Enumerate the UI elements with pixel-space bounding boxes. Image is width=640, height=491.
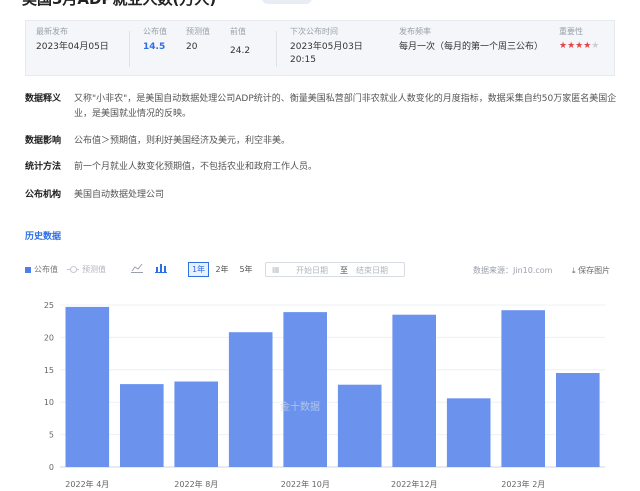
watermark: 金十数据 [280, 402, 320, 413]
bar[interactable] [174, 381, 218, 468]
end-date-input[interactable]: 结束日期 [356, 265, 388, 276]
calendar-icon: ▦ [272, 265, 280, 274]
save-image-label: 保存图片 [578, 266, 611, 275]
bar[interactable] [556, 373, 600, 467]
detail-value: 前一个月就业人数变化预期值，不包括农业和政府工作人员。 [74, 162, 318, 172]
previous-label: 前值 [230, 27, 246, 36]
bar[interactable] [228, 332, 273, 467]
bar[interactable] [392, 314, 436, 467]
next-release-label: 下次公布时间 [290, 27, 338, 36]
y-tick-label: 25 [44, 301, 54, 310]
detail-value: 又称"小非农"，是美国自动数据处理公司ADP统计的、衡量美国私营部门非农就业人数… [74, 94, 617, 119]
bar[interactable] [337, 384, 382, 467]
legend-forecast-label: 预测值 [82, 265, 106, 274]
legend-actual[interactable]: 公布值 [25, 264, 58, 275]
data-source: 数据来源：Jin10.com [473, 266, 553, 275]
actual: 公布值 14.5 [143, 27, 169, 54]
info-card: 最新发布 2023年04月05日 公布值 14.5 预测值 20 前值 24.2… [25, 20, 615, 76]
bar-chart: 0 5 10 15 20 25 2022年 4月 2022年 8月 2022年 10月 2022年… [44, 301, 605, 489]
bar[interactable] [283, 312, 327, 467]
legend-line-icon [67, 266, 79, 273]
bar-chart-icon[interactable] [155, 263, 167, 276]
bar[interactable] [65, 306, 110, 467]
range-1y-button[interactable]: 1年 [188, 262, 209, 277]
next-release: 下次公布时间 2023年05月03日 20:15 [290, 27, 390, 67]
detail-key: 数据释义 [25, 94, 62, 104]
detail-key: 统计方法 [25, 162, 62, 172]
y-tick-label: 0 [49, 463, 54, 472]
range-2y-button[interactable]: 2年 [212, 262, 232, 277]
page-title: 美国3月ADP就业人数(万人) [22, 0, 216, 8]
star-on-icon: ★★★★ [559, 41, 592, 51]
previous: 前值 24.2 [230, 27, 270, 58]
x-tick-label: 2023年 2月 [501, 479, 545, 489]
actual-value: 14.5 [143, 42, 166, 52]
legend-actual-label: 公布值 [34, 265, 58, 274]
divider [276, 31, 277, 67]
legend-square-icon [25, 266, 31, 273]
divider [129, 31, 130, 67]
y-tick-label: 20 [44, 333, 54, 342]
last-release-value: 2023年04月05日 [36, 42, 109, 52]
x-tick-label: 2022年 8月 [174, 479, 218, 489]
y-tick-label: 5 [49, 431, 54, 440]
importance-stars: ★★★★★ [559, 41, 614, 51]
page-title-strip: 美国3月ADP就业人数(万人) [22, 0, 322, 8]
x-tick-label: 2022年12月 [391, 479, 438, 489]
chart-area: 0 5 10 15 20 25 2022年 4月 2022年 8月 2022年 10月 2022年… [0, 290, 640, 491]
actual-label: 公布值 [143, 27, 167, 36]
bar[interactable] [501, 310, 545, 467]
previous-value: 24.2 [230, 46, 251, 56]
last-release-label: 最新发布 [36, 27, 68, 36]
last-release: 最新发布 2023年04月05日 [36, 27, 136, 54]
bar[interactable] [446, 398, 491, 467]
line-chart-icon[interactable] [131, 263, 143, 276]
detail-key: 数据影响 [25, 136, 62, 146]
date-separator: 至 [340, 266, 348, 275]
legend-forecast[interactable]: 预测值 [67, 264, 106, 275]
bar[interactable] [120, 384, 164, 467]
detail-value: 美国自动数据处理公司 [74, 190, 165, 200]
y-tick-label: 10 [44, 398, 54, 407]
next-release-value: 2023年05月03日 20:15 [290, 42, 363, 65]
chart-toolbar: 公布值 预测值 1年 2年 5年 ▦ 开始日期 至 结束日期 数据来源：Jin1… [25, 262, 620, 278]
detail-key: 公布机构 [25, 190, 62, 200]
star-off-icon: ★ [591, 41, 600, 51]
importance-label: 重要性 [559, 27, 583, 36]
importance: 重要性 ★★★★★ [559, 27, 614, 51]
range-5y-button[interactable]: 5年 [235, 262, 257, 277]
x-tick-label: 2022年 4月 [65, 479, 109, 489]
forecast-label: 预测值 [186, 27, 210, 36]
x-tick-label: 2022年 10月 [281, 479, 330, 489]
y-tick-label: 15 [44, 366, 54, 375]
frequency-label: 发布频率 [399, 27, 431, 36]
forecast-value: 20 [186, 42, 198, 52]
title-tag [262, 0, 312, 4]
date-range-picker[interactable]: ▦ 开始日期 至 结束日期 [265, 262, 405, 277]
forecast: 预测值 20 [186, 27, 212, 54]
frequency: 发布频率 每月一次（每月的第一个周三公布） [399, 27, 544, 54]
detail-value: 公布值＞预期值，则利好美国经济及美元，利空非美。 [74, 136, 291, 146]
start-date-input[interactable]: 开始日期 [296, 265, 328, 276]
save-image-button[interactable]: ⤓ 保存图片 [572, 265, 610, 276]
frequency-value: 每月一次（每月的第一个周三公布） [399, 42, 544, 52]
history-title: 历史数据 [25, 232, 62, 242]
